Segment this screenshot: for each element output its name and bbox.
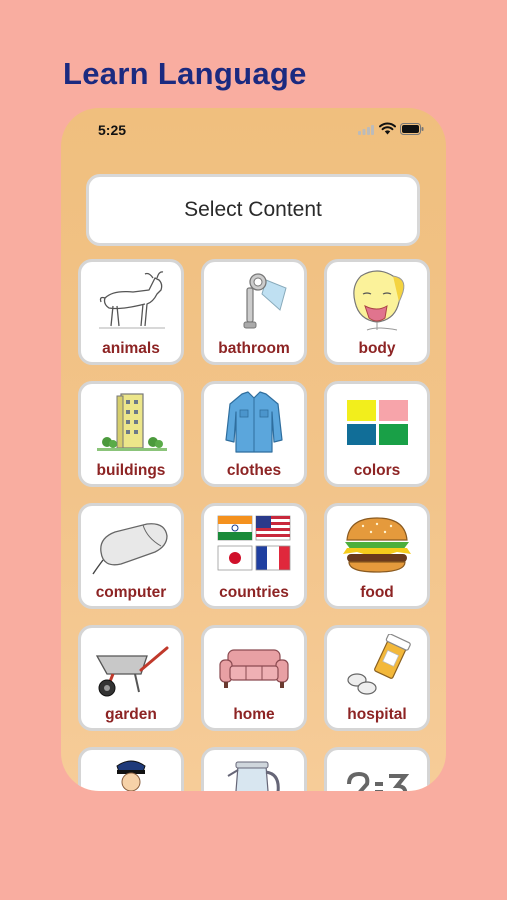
- category-tile-home[interactable]: home: [201, 625, 307, 731]
- category-tile-police[interactable]: [78, 747, 184, 791]
- category-label: body: [358, 340, 396, 357]
- category-tile-clothes[interactable]: clothes: [201, 381, 307, 487]
- building-icon: [97, 393, 167, 451]
- burger-icon: [343, 517, 411, 573]
- goat-icon: [99, 271, 165, 329]
- shower-icon: [243, 273, 287, 329]
- category-label: computer: [95, 584, 167, 601]
- category-label: hospital: [347, 706, 407, 723]
- pills-icon: [347, 634, 411, 695]
- category-label: buildings: [96, 462, 166, 479]
- wifi-icon: [379, 122, 396, 135]
- face-icon: [353, 270, 405, 331]
- category-tile-countries[interactable]: countries: [201, 503, 307, 609]
- category-label: bathroom: [218, 340, 290, 357]
- category-label: colors: [353, 462, 401, 479]
- category-label: countries: [219, 584, 289, 601]
- category-label: garden: [105, 706, 157, 723]
- select-content-button[interactable]: Select Content: [86, 174, 420, 246]
- category-label: home: [233, 706, 275, 723]
- police-officer-icon: [116, 760, 146, 791]
- sofa-icon: [219, 649, 289, 688]
- battery-icon: [400, 123, 424, 135]
- flags-icon: [217, 515, 291, 571]
- category-tile-computer[interactable]: computer: [78, 503, 184, 609]
- category-tile-animals[interactable]: animals: [78, 259, 184, 365]
- kettle-icon: [227, 761, 280, 791]
- category-label: animals: [102, 340, 160, 357]
- mouse-icon: [92, 523, 168, 575]
- status-bar: 5:25: [61, 108, 446, 148]
- color-squares-icon: [347, 400, 408, 445]
- status-time: 5:25: [98, 122, 127, 138]
- category-tile-garden[interactable]: garden: [78, 625, 184, 731]
- category-tile-body[interactable]: body: [324, 259, 430, 365]
- numbers-icon: [347, 771, 410, 791]
- category-tile-kettle[interactable]: [201, 747, 307, 791]
- category-tile-numbers[interactable]: [324, 747, 430, 791]
- category-tile-food[interactable]: food: [324, 503, 430, 609]
- wheelbarrow-icon: [95, 646, 169, 697]
- promo-title: Learn Language: [63, 56, 307, 91]
- category-tile-hospital[interactable]: hospital: [324, 625, 430, 731]
- category-label: clothes: [226, 462, 282, 479]
- signal-icon: [358, 125, 374, 135]
- category-tile-bathroom[interactable]: bathroom: [201, 259, 307, 365]
- category-tile-buildings[interactable]: buildings: [78, 381, 184, 487]
- category-tile-colors[interactable]: colors: [324, 381, 430, 487]
- phone-screen: 5:25 Select Content animals bathroom bod…: [61, 108, 446, 791]
- category-label: food: [360, 584, 394, 601]
- shirt-icon: [225, 391, 283, 453]
